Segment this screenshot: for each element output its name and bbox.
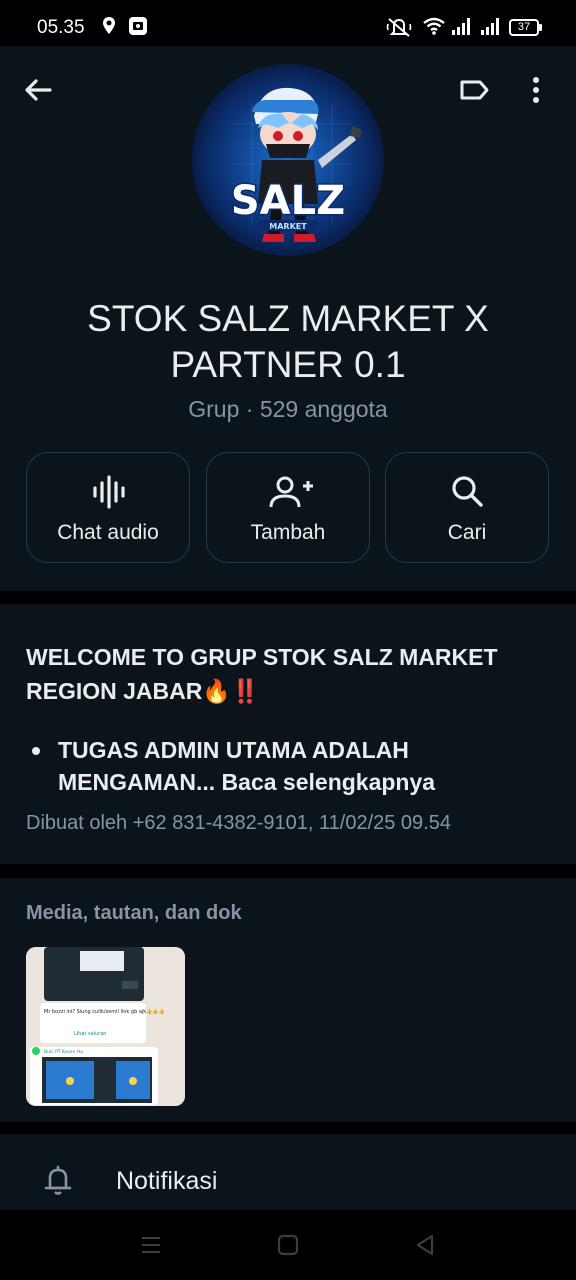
thumb-link: Lihat saluran [74,1031,106,1037]
search-icon [452,476,483,507]
chat-audio-label: Chat audio [57,521,159,544]
search-label: Cari [447,521,487,544]
avatar-logo-text: SALZ [231,178,345,224]
notifications-row[interactable]: Notifikasi [0,1134,576,1214]
more-vert-icon[interactable] [518,72,554,108]
description-bullet: TUGAS ADMIN UTAMA ADALAH MENGAMAN... Bac… [30,734,550,798]
signal-icon [452,18,470,35]
add-person-icon [269,476,313,508]
description-title: WELCOME TO GRUP STOK SALZ MARKET REGION … [26,644,498,704]
label-icon[interactable] [458,74,490,106]
group-name: STOK SALZ MARKET X PARTNER 0.1 [87,298,489,385]
thumb-caption: Mr bozzi ini? Siung culik/semil link gb … [44,1008,165,1015]
group-description[interactable]: WELCOME TO GRUP STOK SALZ MARKET REGION … [0,604,576,864]
battery-indicator: 37 [509,19,542,36]
add-member-button[interactable]: Tambah [206,452,370,563]
notifications-label: Notifikasi [116,1167,218,1195]
back-triangle-icon[interactable] [412,1232,438,1258]
thumb-header: Bulc PT Kesen Hu [44,1049,83,1055]
signal-icon [481,18,499,35]
recents-icon[interactable] [138,1232,164,1258]
screenshot-icon [129,17,147,35]
search-button[interactable]: Cari [385,452,549,563]
description-bullet-text: TUGAS ADMIN UTAMA ADALAH MENGAMAN... Bac… [58,737,436,795]
media-section: Media, tautan, dan dok Mr bozzi ini? Siu… [0,878,576,1122]
media-thumbnail-image: Mr bozzi ini? Siung culik/semil link gb … [26,947,185,1106]
group-avatar[interactable]: SALZ MARKET [192,64,384,256]
bell-icon [44,1165,72,1195]
system-nav-bar [0,1210,576,1280]
group-info-header: SALZ MARKET STOK SALZ MARKET X PARTNER 0… [0,46,576,591]
status-time: 05.35 [37,17,85,38]
add-member-label: Tambah [250,521,326,544]
group-avatar-image: SALZ MARKET [192,64,384,256]
bullet-dot [32,747,40,755]
group-member-count[interactable]: Grup · 529 anggota [0,396,576,423]
media-section-title[interactable]: Media, tautan, dan dok [26,902,242,925]
wifi-icon [423,17,445,35]
location-icon [103,17,115,34]
status-bar: 05.35 37 [0,0,576,46]
avatar-logo-subtext: MARKET [269,222,307,231]
mute-icon [386,18,412,37]
home-icon[interactable] [275,1232,301,1258]
back-arrow-icon[interactable] [20,72,56,108]
audio-wave-icon [93,475,125,509]
description-created-by: Dibuat oleh +62 831-4382-9101, 11/02/25 … [26,812,451,834]
chat-audio-button[interactable]: Chat audio [26,452,190,563]
media-thumbnail[interactable]: Mr bozzi ini? Siung culik/semil link gb … [26,947,185,1106]
